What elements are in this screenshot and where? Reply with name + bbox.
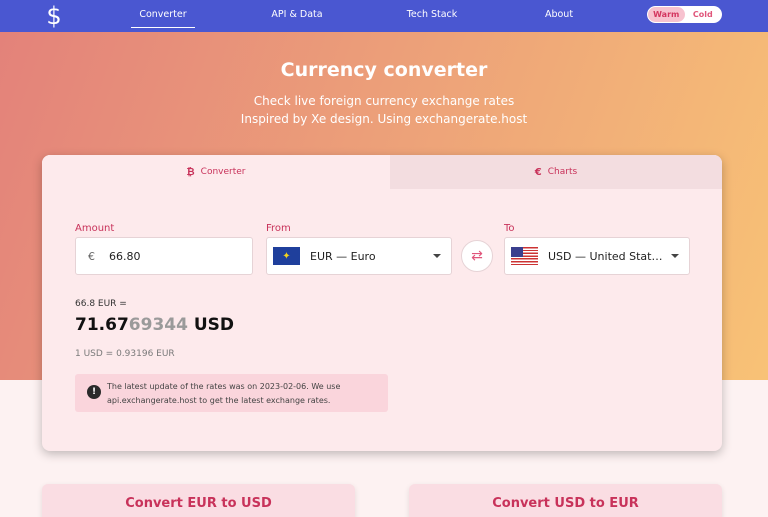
swap-currencies-button[interactable]: ⇄ <box>461 240 493 272</box>
info-note-line1: The latest update of the rates was on 20… <box>107 382 341 391</box>
convert-usd-eur-title: Convert USD to EUR <box>492 496 639 511</box>
to-currency-select[interactable]: USD — United States Dollar <box>504 237 690 275</box>
euro-icon: € <box>534 166 542 178</box>
amount-input[interactable]: € 66.80 <box>75 237 253 275</box>
bitcoin-icon: ₿ <box>186 166 195 178</box>
convert-eur-usd-card: Convert EUR to USD <box>42 484 355 517</box>
chevron-down-icon <box>433 254 441 258</box>
convert-eur-usd-title: Convert EUR to USD <box>125 496 272 511</box>
nav-link-converter[interactable]: Converter <box>131 9 195 28</box>
result-currency: USD <box>193 315 235 335</box>
nav-link-about[interactable]: About <box>538 9 580 20</box>
info-note-text: The latest update of the rates was on 20… <box>107 380 340 408</box>
eu-flag-icon: ✦ <box>273 247 300 265</box>
result-source-amount: 66.8 EUR = <box>75 299 127 309</box>
result-amount-main: 71.67 <box>75 315 129 335</box>
page-title: Currency converter <box>280 59 488 81</box>
from-label: From <box>266 223 291 234</box>
theme-toggle[interactable]: Warm Cold <box>647 6 722 23</box>
hero-subtitle-line2: Inspired by Xe design. Using exchangerat… <box>240 112 528 126</box>
info-note: ! The latest update of the rates was on … <box>75 374 388 412</box>
nav-link-api-data[interactable]: API & Data <box>266 9 328 20</box>
to-currency-value: USD — United States Dollar <box>548 249 663 263</box>
alert-icon: ! <box>87 385 101 399</box>
info-note-line2: api.exchangerate.host to get the latest … <box>107 396 331 405</box>
dollar-logo-icon[interactable]: $ <box>45 3 63 29</box>
top-nav: $ Converter API & Data Tech Stack About … <box>0 0 768 32</box>
result-converted-amount: 71.6769344 USD <box>75 315 234 335</box>
tab-charts-label: Charts <box>547 167 578 177</box>
converter-card: ₿ Converter € Charts Amount € 66.80 From… <box>42 155 722 451</box>
result-amount-dim: 69344 <box>128 315 188 335</box>
currency-symbol: € <box>88 249 95 263</box>
exchange-rate-text: 1 USD = 0.93196 EUR <box>75 349 175 359</box>
chevron-down-icon <box>671 254 679 258</box>
theme-warm-option[interactable]: Warm <box>648 7 685 22</box>
convert-usd-eur-card: Convert USD to EUR <box>409 484 722 517</box>
amount-label: Amount <box>75 223 115 234</box>
from-currency-select[interactable]: ✦ EUR — Euro <box>266 237 452 275</box>
us-flag-icon <box>511 247 538 265</box>
nav-link-tech-stack[interactable]: Tech Stack <box>400 9 464 20</box>
from-currency-value: EUR — Euro <box>310 249 376 263</box>
tab-converter-label: Converter <box>200 167 246 177</box>
to-label: To <box>504 223 515 234</box>
hero-subtitle-line1: Check live foreign currency exchange rat… <box>253 94 515 108</box>
tab-converter[interactable]: ₿ Converter <box>42 155 390 189</box>
amount-value: 66.80 <box>109 249 141 263</box>
tab-charts[interactable]: € Charts <box>390 155 722 189</box>
theme-cold-option[interactable]: Cold <box>685 7 722 22</box>
